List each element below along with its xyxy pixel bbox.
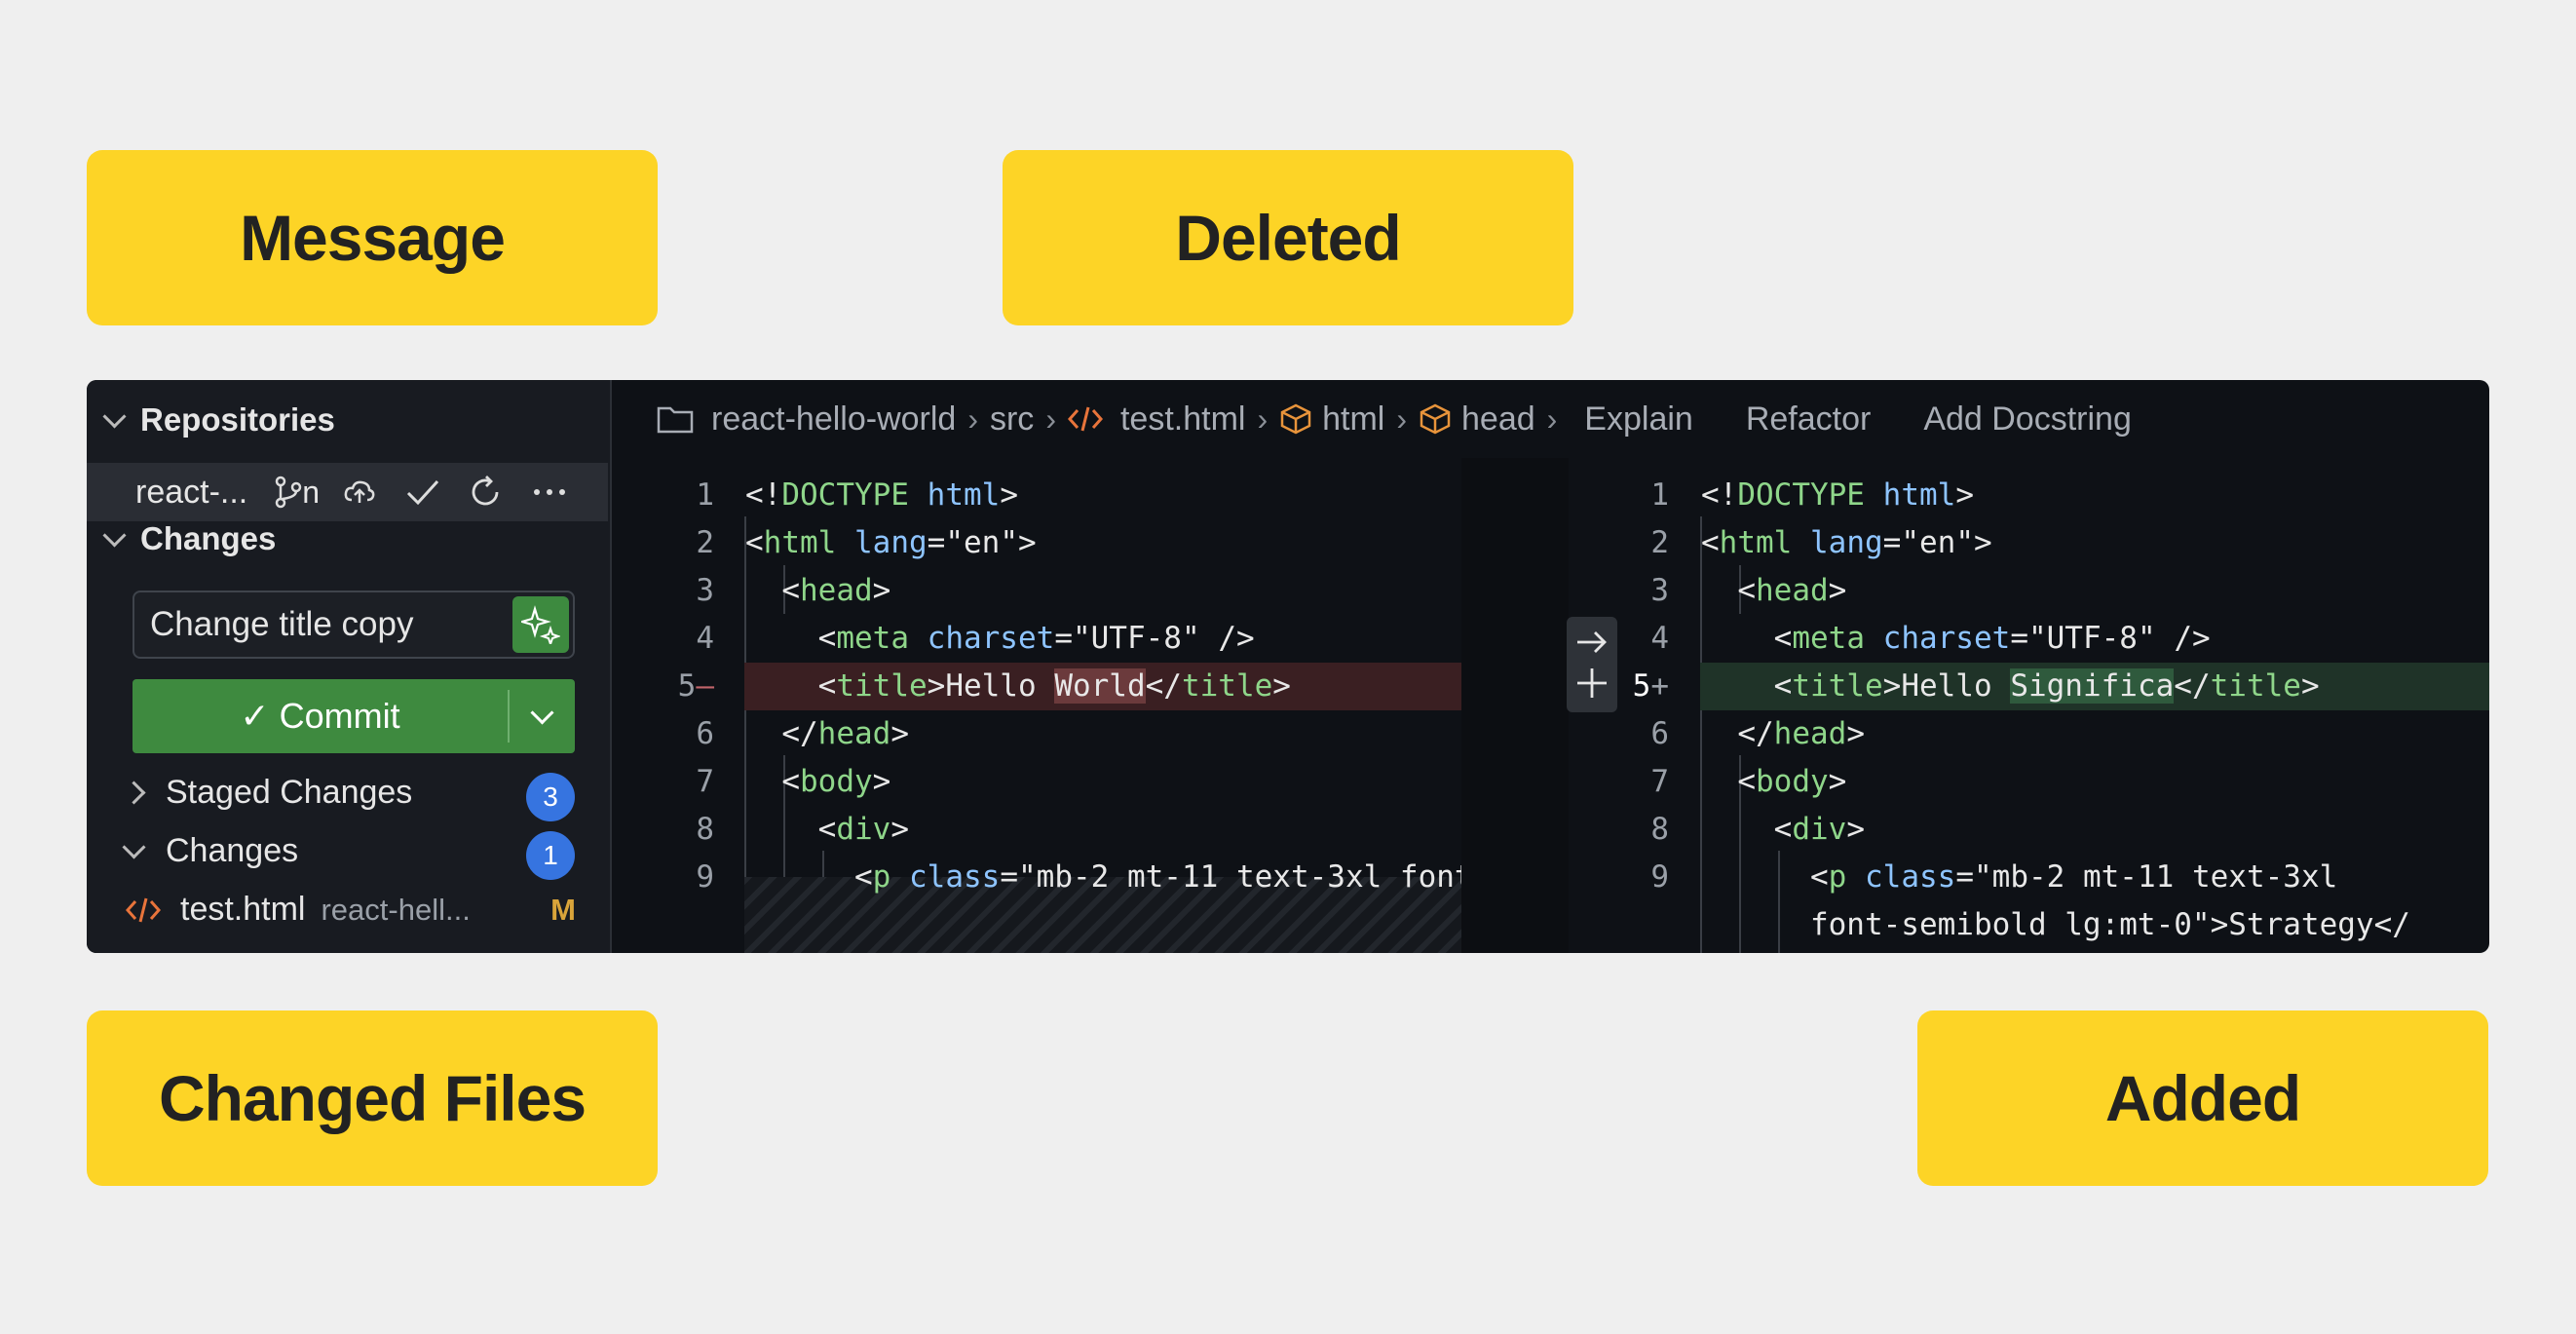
more-icon[interactable] — [532, 487, 567, 497]
refresh-icon[interactable] — [468, 475, 503, 510]
commit-dropdown-button[interactable] — [510, 700, 575, 729]
changes-section-label: Changes — [140, 520, 277, 556]
generate-message-button[interactable] — [512, 596, 569, 653]
left-code: <!DOCTYPE html> <html lang="en"> <head> <… — [745, 477, 1461, 895]
right-line-numbers: 1 2 3 4 5+ 6 7 8 9 — [1632, 477, 1669, 895]
changes-header[interactable]: Changes — [122, 832, 299, 870]
changes-count-badge: 1 — [526, 831, 575, 880]
chevron-right-icon: › — [1045, 400, 1056, 437]
commit-button[interactable]: ✓ Commit — [133, 679, 575, 753]
folder-icon — [657, 406, 694, 434]
right-code: <!DOCTYPE html> <html lang="en"> <head> <… — [1701, 477, 2410, 942]
diff-editor: react-hello-world › src › test.html › ht… — [612, 380, 2489, 953]
breadcrumb: react-hello-world › src › test.html › ht… — [612, 380, 2489, 458]
breadcrumb-file[interactable]: test.html — [1120, 400, 1245, 438]
cube-icon — [1420, 403, 1451, 435]
refactor-action[interactable]: Refactor — [1746, 400, 1872, 438]
repository-item[interactable]: react-... n — [87, 463, 608, 521]
breadcrumb-symbol-head[interactable]: head — [1461, 400, 1535, 438]
explain-action[interactable]: Explain — [1584, 400, 1693, 438]
breadcrumb-folder[interactable]: src — [990, 400, 1034, 438]
chevron-down-icon — [102, 403, 127, 429]
chevron-down-icon — [102, 522, 127, 548]
repo-name: react-... — [135, 473, 248, 511]
source-control-sidebar: Repositories react-... n Changes Change … — [87, 380, 612, 953]
changed-file-item[interactable]: test.html react-hell... M — [126, 891, 576, 929]
chevron-right-icon: › — [1257, 400, 1269, 437]
editor-window: Repositories react-... n Changes Change … — [87, 380, 2489, 953]
cloud-upload-icon[interactable] — [343, 478, 376, 506]
commit-message-input[interactable]: Change title copy — [133, 591, 575, 659]
chevron-down-icon — [122, 835, 146, 859]
commit-message-value: Change title copy — [150, 605, 414, 643]
changes-label: Changes — [166, 832, 299, 869]
arrow-right-icon[interactable] — [1575, 629, 1609, 655]
file-name: test.html — [180, 891, 306, 928]
cube-icon — [1280, 403, 1311, 435]
branch-icon — [276, 476, 302, 509]
code-icon — [1067, 406, 1103, 432]
file-status-modified: M — [550, 892, 576, 927]
repositories-header[interactable]: Repositories — [100, 401, 335, 438]
callout-changed-files: Changed Files — [87, 1010, 658, 1186]
breadcrumb-repo[interactable]: react-hello-world — [711, 400, 956, 438]
branch-name: n — [302, 474, 321, 510]
left-line-numbers: 1 2 3 4 5– 6 7 8 9 — [677, 477, 714, 895]
changes-section-header[interactable]: Changes — [100, 520, 276, 557]
chevron-down-icon — [530, 700, 554, 725]
repositories-label: Repositories — [140, 401, 335, 438]
staged-count-badge: 3 — [526, 773, 575, 821]
chevron-right-icon: › — [1546, 400, 1558, 437]
code-icon — [126, 897, 161, 922]
chevron-right-icon: › — [967, 400, 978, 437]
breadcrumb-symbol-html[interactable]: html — [1322, 400, 1384, 438]
check-icon[interactable] — [405, 477, 440, 507]
file-path: react-hell... — [321, 892, 471, 927]
sparkle-icon — [521, 605, 560, 644]
staged-changes-label: Staged Changes — [166, 774, 413, 811]
callout-message: Message — [87, 150, 658, 325]
branch-button[interactable]: n — [273, 475, 320, 511]
callout-added: Added — [1917, 1010, 2488, 1186]
chevron-right-icon: › — [1396, 400, 1407, 437]
add-docstring-action[interactable]: Add Docstring — [1923, 400, 2132, 438]
callout-deleted: Deleted — [1003, 150, 1573, 325]
chevron-right-icon — [122, 781, 146, 805]
revert-actions — [1567, 617, 1617, 712]
staged-changes-header[interactable]: Staged Changes — [122, 774, 413, 812]
commit-label: ✓ Commit — [240, 696, 400, 736]
plus-icon[interactable] — [1575, 667, 1609, 700]
diff-gutter — [1461, 458, 1569, 953]
